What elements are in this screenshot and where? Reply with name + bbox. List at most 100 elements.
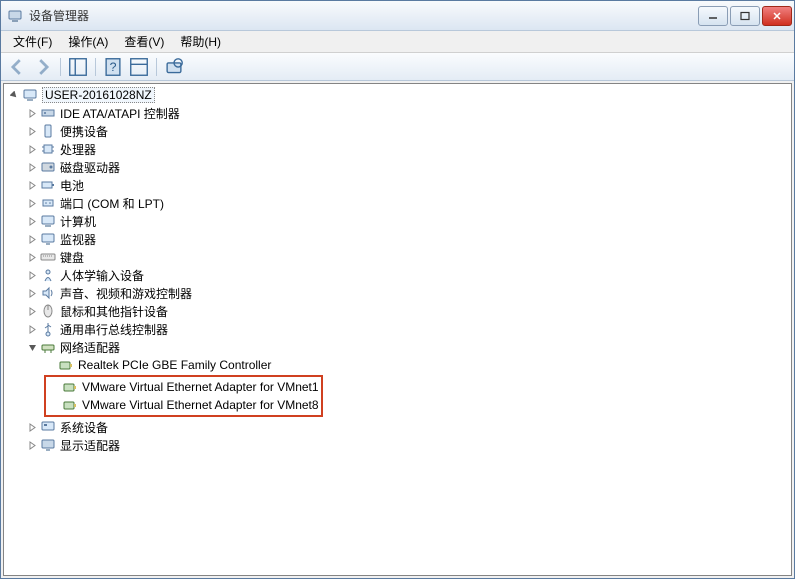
disk-icon	[40, 159, 56, 175]
tree-item-label: 键盘	[60, 249, 84, 266]
netadapter-icon	[62, 379, 78, 395]
help-button[interactable]: ?	[101, 56, 125, 78]
expand-icon[interactable]	[26, 439, 38, 451]
monitor-icon	[40, 231, 56, 247]
tree-item-label: 计算机	[60, 213, 96, 230]
expand-icon[interactable]	[26, 125, 38, 137]
hid-icon	[40, 267, 56, 283]
expand-icon[interactable]	[26, 197, 38, 209]
expand-icon[interactable]	[26, 233, 38, 245]
portable-icon	[40, 123, 56, 139]
usb-icon	[40, 321, 56, 337]
tree-item[interactable]: 显示适配器	[26, 436, 789, 454]
leaf-spacer	[44, 359, 56, 371]
network-icon	[40, 339, 56, 355]
titlebar: 设备管理器	[1, 1, 794, 31]
menubar: 文件(F) 操作(A) 查看(V) 帮助(H)	[1, 31, 794, 53]
highlighted-adapters: VMware Virtual Ethernet Adapter for VMne…	[44, 375, 323, 417]
cpu-icon	[40, 141, 56, 157]
tree-item-label: 显示适配器	[60, 437, 120, 454]
ide-icon	[40, 105, 56, 121]
tree-leaf-label: VMware Virtual Ethernet Adapter for VMne…	[82, 398, 319, 412]
maximize-button[interactable]	[730, 6, 760, 26]
tree-leaf[interactable]: VMware Virtual Ethernet Adapter for VMne…	[48, 396, 319, 414]
expand-icon[interactable]	[26, 305, 38, 317]
close-button[interactable]	[762, 6, 792, 26]
tree-item[interactable]: 电池	[26, 176, 789, 194]
tree-item-label: 端口 (COM 和 LPT)	[60, 195, 164, 212]
expand-icon[interactable]	[26, 143, 38, 155]
tree-item[interactable]: 监视器	[26, 230, 789, 248]
window-title: 设备管理器	[29, 7, 698, 24]
expand-icon[interactable]	[26, 323, 38, 335]
tree-item[interactable]: 磁盘驱动器	[26, 158, 789, 176]
menu-view[interactable]: 查看(V)	[116, 31, 172, 52]
system-icon	[40, 419, 56, 435]
window-controls	[698, 6, 792, 26]
expand-icon[interactable]	[26, 251, 38, 263]
port-icon	[40, 195, 56, 211]
forward-button[interactable]	[31, 56, 55, 78]
tree-leaf[interactable]: VMware Virtual Ethernet Adapter for VMne…	[48, 378, 319, 396]
tree-root[interactable]: USER-20161028NZ	[8, 86, 789, 104]
tree-item-label: 处理器	[60, 141, 96, 158]
menu-help[interactable]: 帮助(H)	[172, 31, 229, 52]
tree-item-label: 监视器	[60, 231, 96, 248]
tree-item-label: 人体学输入设备	[60, 267, 144, 284]
expand-icon[interactable]	[26, 179, 38, 191]
toolbar-sep	[156, 58, 157, 76]
scan-hardware-button[interactable]	[162, 56, 186, 78]
expand-icon[interactable]	[26, 161, 38, 173]
tree-item-label: 通用串行总线控制器	[60, 321, 168, 338]
tree-leaf-label: Realtek PCIe GBE Family Controller	[78, 358, 271, 372]
mouse-icon	[40, 303, 56, 319]
expand-icon[interactable]	[26, 421, 38, 433]
tree-item[interactable]: 鼠标和其他指针设备	[26, 302, 789, 320]
minimize-button[interactable]	[698, 6, 728, 26]
expand-icon[interactable]	[26, 287, 38, 299]
tree-item[interactable]: 便携设备	[26, 122, 789, 140]
tree-content[interactable]: USER-20161028NZ IDE ATA/ATAPI 控制器便携设备处理器…	[3, 83, 792, 576]
tree-item-label: 鼠标和其他指针设备	[60, 303, 168, 320]
tree-item[interactable]: 计算机	[26, 212, 789, 230]
keyboard-icon	[40, 249, 56, 265]
tree-item[interactable]: 处理器	[26, 140, 789, 158]
back-button[interactable]	[5, 56, 29, 78]
show-hide-tree-button[interactable]	[66, 56, 90, 78]
tree-item[interactable]: 通用串行总线控制器	[26, 320, 789, 338]
tree-leaf-label: VMware Virtual Ethernet Adapter for VMne…	[82, 380, 319, 394]
tree-item[interactable]: 声音、视频和游戏控制器	[26, 284, 789, 302]
tree-item[interactable]: IDE ATA/ATAPI 控制器	[26, 104, 789, 122]
properties-button[interactable]	[127, 56, 151, 78]
menu-action[interactable]: 操作(A)	[60, 31, 116, 52]
sound-icon	[40, 285, 56, 301]
expand-icon[interactable]	[26, 269, 38, 281]
root-label: USER-20161028NZ	[42, 87, 155, 103]
collapse-icon[interactable]	[26, 341, 38, 353]
tree-item-label: 声音、视频和游戏控制器	[60, 285, 192, 302]
device-manager-window: 设备管理器 文件(F) 操作(A) 查看(V) 帮助(H) ? US	[0, 0, 795, 579]
netadapter-icon	[58, 357, 74, 373]
tree-item-label: 磁盘驱动器	[60, 159, 120, 176]
tree-item[interactable]: 端口 (COM 和 LPT)	[26, 194, 789, 212]
toolbar-sep	[60, 58, 61, 76]
tree-item-label: 便携设备	[60, 123, 108, 140]
display-icon	[40, 437, 56, 453]
tree-item[interactable]: 人体学输入设备	[26, 266, 789, 284]
toolbar-sep	[95, 58, 96, 76]
tree-item-label: 电池	[60, 177, 84, 194]
tree-item[interactable]: 键盘	[26, 248, 789, 266]
network-children: Realtek PCIe GBE Family Controller VMware…	[26, 356, 789, 417]
leaf-spacer	[48, 381, 60, 393]
tree-leaf[interactable]: Realtek PCIe GBE Family Controller	[44, 356, 789, 374]
computer-icon	[40, 213, 56, 229]
expand-icon[interactable]	[26, 107, 38, 119]
netadapter-icon	[62, 397, 78, 413]
tree-item[interactable]: 系统设备	[26, 418, 789, 436]
tree-item[interactable]: 网络适配器	[26, 338, 789, 356]
collapse-icon[interactable]	[8, 89, 20, 101]
expand-icon[interactable]	[26, 215, 38, 227]
menu-file[interactable]: 文件(F)	[5, 31, 60, 52]
tree-item-label: 网络适配器	[60, 339, 120, 356]
computer-icon	[22, 87, 38, 103]
